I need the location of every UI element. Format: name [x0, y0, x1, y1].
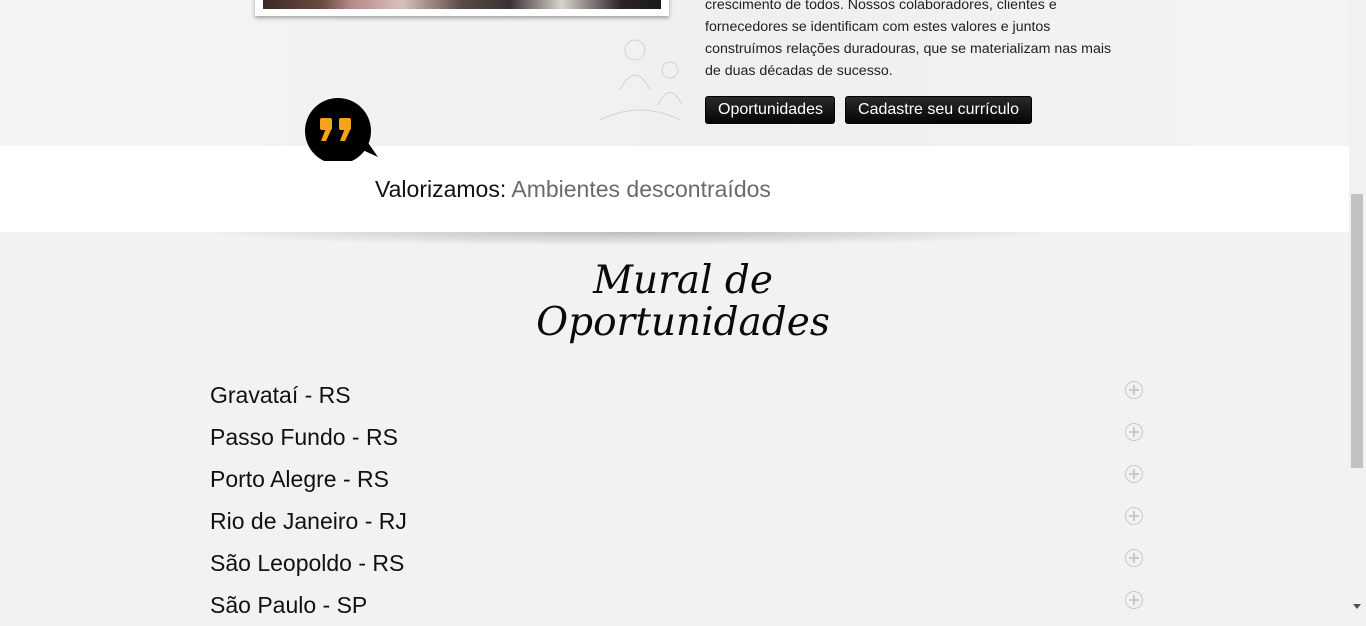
city-name: Passo Fundo - RS: [210, 424, 398, 450]
background-illustration: [599, 39, 683, 121]
hero-section: crescimento de todos. Nossos colaborador…: [0, 0, 1349, 146]
values-statement: Valorizamos: Ambientes descontraídos: [375, 174, 771, 204]
plus-circle-icon[interactable]: [1125, 465, 1143, 483]
scrollbar-thumb[interactable]: [1351, 194, 1363, 468]
quote-icon: [305, 98, 378, 161]
values-band-shadow: [190, 232, 1070, 246]
city-item[interactable]: Porto Alegre - RS: [210, 458, 1145, 500]
intro-paragraph: crescimento de todos. Nossos colaborador…: [705, 0, 1145, 82]
values-value: Ambientes descontraídos: [511, 176, 771, 202]
plus-circle-icon[interactable]: [1125, 549, 1143, 567]
city-item[interactable]: São Leopoldo - RS: [210, 542, 1145, 584]
city-name: Rio de Janeiro - RJ: [210, 508, 407, 534]
values-label: Valorizamos:: [375, 176, 507, 202]
mural-title-line: Mural de: [593, 258, 773, 303]
intro-line: de duas décadas de sucesso.: [705, 63, 893, 79]
intro-line: crescimento de todos. Nossos colaborador…: [705, 0, 1057, 13]
plus-circle-icon[interactable]: [1125, 507, 1143, 525]
team-photo: [255, 0, 669, 16]
photo-image: [263, 0, 661, 9]
city-item[interactable]: São Paulo - SP: [210, 584, 1145, 626]
city-name: São Paulo - SP: [210, 592, 368, 618]
opportunities-button[interactable]: Oportunidades: [705, 96, 835, 124]
plus-circle-icon[interactable]: [1125, 591, 1143, 609]
city-name: Porto Alegre - RS: [210, 466, 389, 492]
mural-title: Mural de Oportunidades: [433, 260, 933, 344]
city-name: Gravataí - RS: [210, 382, 351, 408]
intro-line: construímos relações duradouras, que se …: [705, 41, 1112, 57]
mural-title-line: Oportunidades: [536, 300, 830, 345]
city-item[interactable]: Rio de Janeiro - RJ: [210, 500, 1145, 542]
scroll-down-arrow-icon[interactable]: [1353, 604, 1361, 609]
city-item[interactable]: Passo Fundo - RS: [210, 416, 1145, 458]
register-cv-button[interactable]: Cadastre seu currículo: [845, 96, 1032, 124]
intro-line: fornecedores se identificam com estes va…: [705, 19, 1051, 35]
plus-circle-icon[interactable]: [1125, 381, 1143, 399]
opportunities-list: Gravataí - RS Passo Fundo - RS Porto Ale…: [210, 374, 1145, 626]
plus-circle-icon[interactable]: [1125, 423, 1143, 441]
city-name: São Leopoldo - RS: [210, 550, 405, 576]
city-item[interactable]: Gravataí - RS: [210, 374, 1145, 416]
vertical-scrollbar[interactable]: [1349, 0, 1366, 618]
